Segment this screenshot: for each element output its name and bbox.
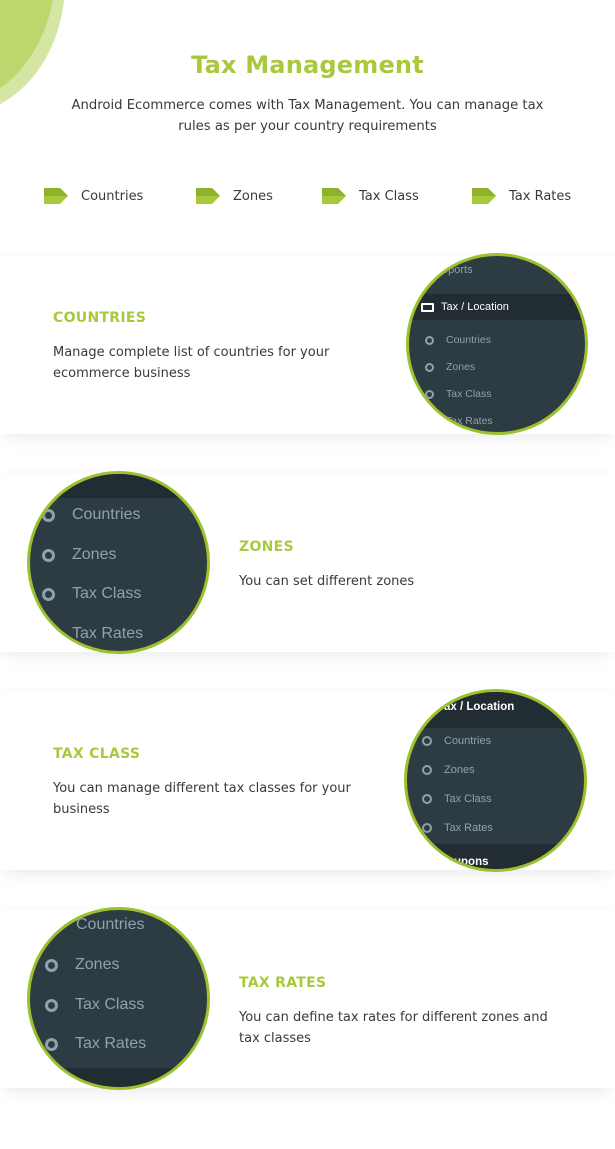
section-heading: ZONES bbox=[239, 539, 294, 555]
tag-arrow-icon bbox=[322, 188, 346, 204]
feature-list: Countries Zones Tax Class Tax Rates bbox=[0, 186, 615, 208]
zoom-menu-countries: eports Tax / Location Countries Zones Ta… bbox=[406, 253, 588, 435]
circle-icon bbox=[45, 1037, 58, 1051]
menu-item: Zones bbox=[30, 953, 207, 977]
zoom-menu-zones: Countries Zones Tax Class Tax Rates bbox=[27, 471, 210, 654]
menu-item: Tax Rates bbox=[407, 819, 584, 837]
menu-item: Zones bbox=[409, 358, 585, 376]
section-heading: TAX RATES bbox=[239, 975, 327, 991]
feature-item-tax-class[interactable]: Tax Class bbox=[322, 186, 419, 206]
section-description: You can manage different tax classes for… bbox=[53, 781, 351, 817]
menu-item: Tax Class bbox=[407, 790, 584, 808]
section-description: Manage complete list of countries for yo… bbox=[53, 345, 330, 381]
menu-item: Countries bbox=[76, 916, 145, 933]
feature-label: Tax Class bbox=[359, 188, 419, 204]
feature-item-zones[interactable]: Zones bbox=[196, 186, 273, 206]
menu-item: Countries bbox=[407, 732, 584, 750]
zoom-menu-tax-rates: Countries Zones Tax Class Tax Rates bbox=[27, 907, 210, 1090]
circle-icon bbox=[45, 958, 58, 972]
circle-icon bbox=[42, 508, 55, 522]
section-heading: TAX CLASS bbox=[53, 746, 141, 762]
circle-icon bbox=[425, 362, 434, 372]
menu-parent-tax-location: Tax / Location bbox=[409, 294, 585, 320]
section-heading: COUNTRIES bbox=[53, 310, 147, 326]
section-description: You can define tax rates for different z… bbox=[239, 1010, 548, 1046]
circle-icon bbox=[42, 548, 55, 562]
menu-item-partial: eports bbox=[442, 264, 473, 276]
circle-icon bbox=[422, 736, 432, 746]
menu-item: Zones bbox=[407, 761, 584, 779]
page-subtitle: Android Ecommerce comes with Tax Managem… bbox=[71, 98, 544, 134]
circle-icon bbox=[42, 587, 55, 601]
page-title: Tax Management bbox=[191, 51, 424, 79]
circle-icon bbox=[425, 416, 434, 426]
feature-item-tax-rates[interactable]: Tax Rates bbox=[472, 186, 571, 206]
circle-icon bbox=[422, 823, 432, 833]
feature-label: Tax Rates bbox=[509, 188, 572, 204]
zoom-menu-tax-class: ax / Location Countries Zones Tax Class … bbox=[404, 689, 587, 872]
menu-item: Countries bbox=[30, 503, 207, 527]
menu-item: Countries bbox=[409, 331, 585, 349]
menu-item: Tax Class bbox=[409, 385, 585, 403]
menu-item: Tax Rates bbox=[72, 625, 144, 642]
circle-icon bbox=[425, 335, 434, 345]
tag-arrow-icon bbox=[196, 188, 220, 204]
feature-label: Zones bbox=[233, 188, 273, 204]
circle-icon bbox=[422, 765, 432, 775]
menu-item: Tax Rates bbox=[409, 412, 585, 430]
circle-icon bbox=[425, 389, 434, 399]
menu-item: Zones bbox=[30, 543, 207, 567]
section-description: You can set different zones bbox=[239, 574, 415, 589]
tag-arrow-icon bbox=[44, 188, 68, 204]
tag-arrow-icon bbox=[472, 188, 496, 204]
feature-label: Countries bbox=[81, 188, 144, 204]
menu-item: Tax Rates bbox=[30, 1032, 207, 1056]
money-icon bbox=[421, 302, 434, 312]
menu-item: Tax Class bbox=[30, 582, 207, 606]
menu-item: Tax Class bbox=[30, 993, 207, 1017]
circle-icon bbox=[45, 998, 58, 1012]
circle-icon bbox=[422, 794, 432, 804]
feature-item-countries[interactable]: Countries bbox=[44, 186, 143, 206]
menu-parent-tax-location: ax / Location bbox=[444, 701, 515, 713]
